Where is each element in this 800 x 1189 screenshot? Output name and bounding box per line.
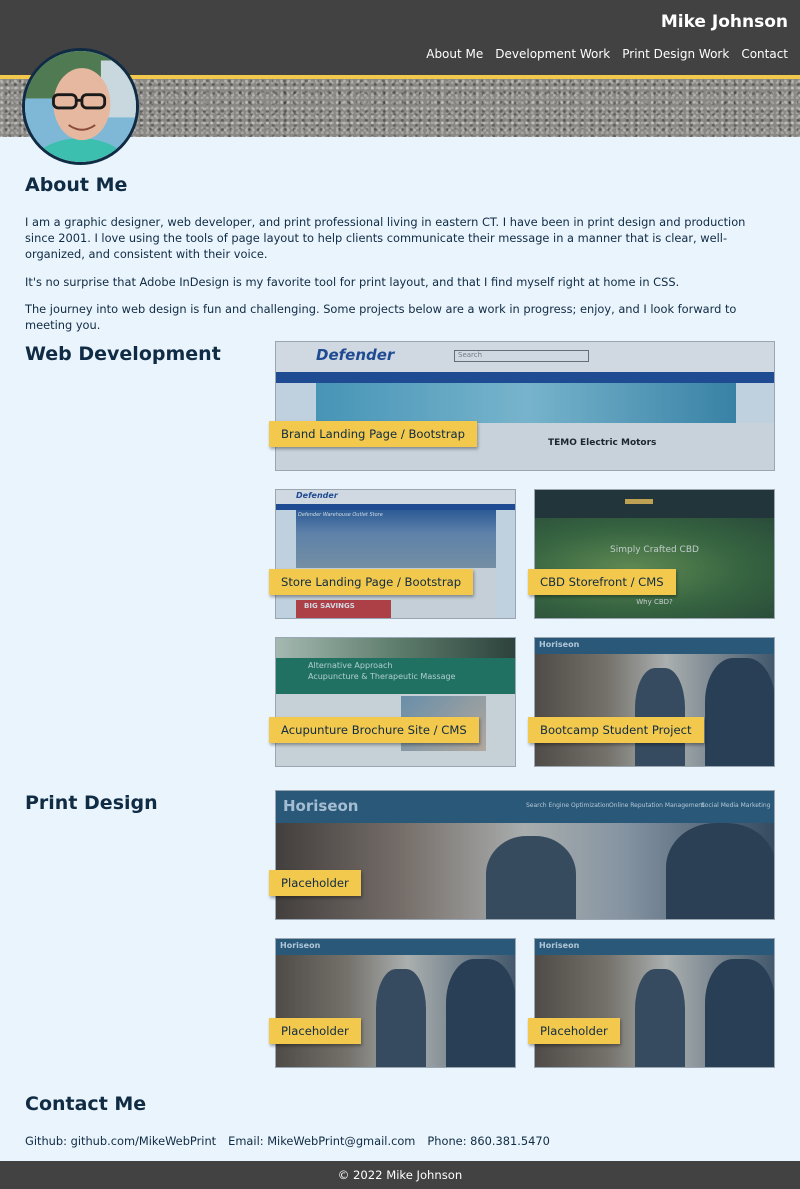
project-label: CBD Storefront / CMS	[528, 569, 676, 595]
project-label: Placeholder	[528, 1018, 620, 1044]
nav-print-design-work[interactable]: Print Design Work	[622, 47, 729, 61]
project-screenshot: Horiseon	[535, 638, 774, 766]
about-paragraph-1: I am a graphic designer, web developer, …	[25, 215, 746, 261]
project-screenshot: Alternative Approach Acupuncture & Thera…	[276, 638, 515, 766]
print-tile-2[interactable]: Horiseon Placeholder	[269, 938, 516, 1068]
footer-copyright: © 2022 Mike Johnson	[337, 1168, 463, 1182]
project-tile-brand-landing[interactable]: Defender Search TEMO Electric Motors Bra…	[269, 341, 775, 471]
avatar	[22, 48, 139, 165]
contact-heading: Contact Me	[25, 1093, 147, 1115]
project-screenshot: Horiseon	[276, 939, 515, 1067]
print-tile-1[interactable]: Horiseon Search Engine Optimization Onli…	[269, 790, 775, 920]
main-nav: About Me Development Work Print Design W…	[426, 47, 788, 61]
print-design-heading: Print Design	[25, 792, 158, 814]
web-development-heading: Web Development	[25, 343, 221, 365]
project-screenshot: Simply Crafted CBD Why CBD?	[535, 490, 774, 618]
project-label: Placeholder	[269, 870, 361, 896]
print-tile-3[interactable]: Horiseon Placeholder	[528, 938, 775, 1068]
project-tile-store-landing[interactable]: Defender Defender Warehouse Outlet Store…	[269, 489, 516, 619]
contact-info: Github: github.com/MikeWebPrint Email: M…	[25, 1134, 550, 1148]
contact-github-link[interactable]: Github: github.com/MikeWebPrint	[25, 1134, 216, 1148]
project-tile-acupuncture[interactable]: Alternative Approach Acupuncture & Thera…	[269, 637, 516, 767]
about-paragraph-2: It's no surprise that Adobe InDesign is …	[25, 275, 680, 289]
project-label: Store Landing Page / Bootstrap	[269, 569, 474, 595]
project-screenshot: Defender Search TEMO Electric Motors	[276, 342, 774, 470]
project-label: Bootcamp Student Project	[528, 717, 704, 743]
project-label: Placeholder	[269, 1018, 361, 1044]
project-tile-cbd-storefront[interactable]: Simply Crafted CBD Why CBD? CBD Storefro…	[528, 489, 775, 619]
nav-about-me[interactable]: About Me	[426, 47, 483, 61]
project-tile-bootcamp[interactable]: Horiseon Bootcamp Student Project	[528, 637, 775, 767]
site-name[interactable]: Mike Johnson	[661, 12, 788, 32]
contact-phone[interactable]: Phone: 860.381.5470	[427, 1134, 549, 1148]
nav-development-work[interactable]: Development Work	[495, 47, 610, 61]
about-heading: About Me	[25, 174, 128, 196]
about-paragraph-3: The journey into web design is fun and c…	[25, 302, 737, 332]
project-screenshot: Defender Defender Warehouse Outlet Store…	[276, 490, 515, 618]
avatar-photo	[25, 51, 136, 162]
project-screenshot: Horiseon	[535, 939, 774, 1067]
contact-email-link[interactable]: Email: MikeWebPrint@gmail.com	[228, 1134, 415, 1148]
nav-contact[interactable]: Contact	[741, 47, 788, 61]
site-footer: © 2022 Mike Johnson	[0, 1161, 800, 1189]
project-label: Brand Landing Page / Bootstrap	[269, 421, 477, 447]
project-screenshot: Horiseon Search Engine Optimization Onli…	[276, 791, 774, 919]
project-label: Acupunture Brochure Site / CMS	[269, 717, 479, 743]
